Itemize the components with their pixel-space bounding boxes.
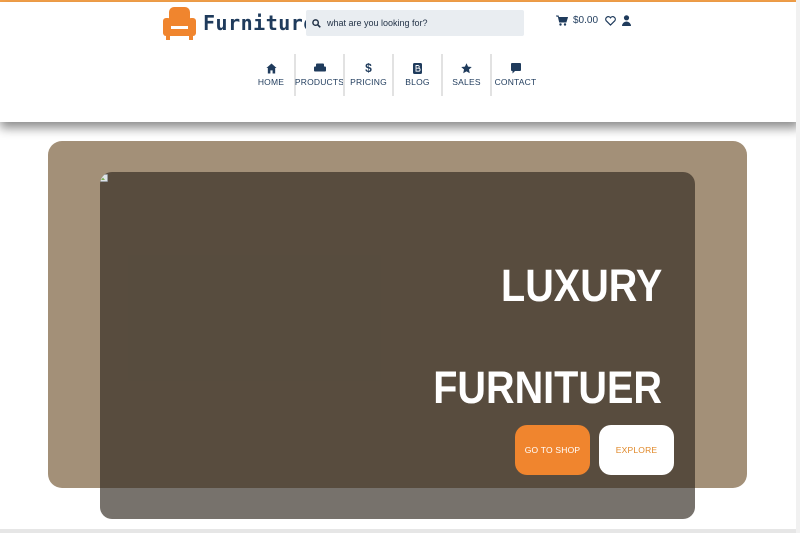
search-bar bbox=[306, 10, 524, 36]
home-icon bbox=[265, 62, 277, 74]
star-icon bbox=[461, 62, 472, 73]
search-icon[interactable] bbox=[312, 18, 321, 28]
blog-icon bbox=[413, 62, 422, 74]
logo[interactable]: Furniture bbox=[163, 6, 316, 40]
sofa-icon bbox=[313, 63, 326, 72]
nav-label: PRODUCTS bbox=[294, 77, 345, 87]
hero-banner: LUXURY FURNITUER GO TO SHOP EXPLORE bbox=[100, 172, 695, 519]
nav-label: PRICING bbox=[350, 77, 387, 87]
nav-item-pricing[interactable]: $ PRICING bbox=[343, 54, 392, 96]
armchair-logo-icon bbox=[163, 7, 196, 40]
heart-icon[interactable] bbox=[605, 15, 616, 26]
hero-title-line2: FURNITUER bbox=[433, 362, 662, 413]
nav-label: SALES bbox=[452, 77, 481, 87]
brand-name: Furniture bbox=[203, 11, 316, 35]
user-icon[interactable] bbox=[622, 15, 632, 26]
nav-item-contact[interactable]: CONTACT bbox=[490, 54, 539, 96]
site-header: Furniture $0.00 HOME bbox=[0, 2, 800, 122]
nav-item-sales[interactable]: SALES bbox=[441, 54, 490, 96]
go-to-shop-button[interactable]: GO TO SHOP bbox=[515, 425, 590, 475]
nav-label: HOME bbox=[257, 77, 285, 87]
nav-item-blog[interactable]: BLOG bbox=[392, 54, 441, 96]
search-input[interactable] bbox=[325, 11, 519, 35]
header-actions: $0.00 bbox=[556, 15, 632, 26]
scrollbar[interactable] bbox=[796, 0, 800, 533]
page-bottom-edge bbox=[0, 529, 800, 533]
cart-total[interactable]: $0.00 bbox=[573, 15, 598, 26]
dollar-icon: $ bbox=[365, 61, 372, 75]
nav-label: BLOG bbox=[405, 77, 430, 87]
nav-label: CONTACT bbox=[494, 77, 537, 87]
nav-item-products[interactable]: PRODUCTS bbox=[294, 54, 345, 96]
main-nav: HOME PRODUCTS $ PRICING BLOG SALES CONTA… bbox=[248, 54, 539, 96]
nav-item-home[interactable]: HOME bbox=[248, 54, 294, 96]
chat-icon bbox=[510, 62, 521, 73]
hero-title-line1: LUXURY bbox=[500, 260, 662, 311]
cart-icon[interactable] bbox=[556, 15, 568, 26]
explore-button[interactable]: EXPLORE bbox=[599, 425, 674, 475]
broken-image-icon bbox=[100, 174, 108, 182]
